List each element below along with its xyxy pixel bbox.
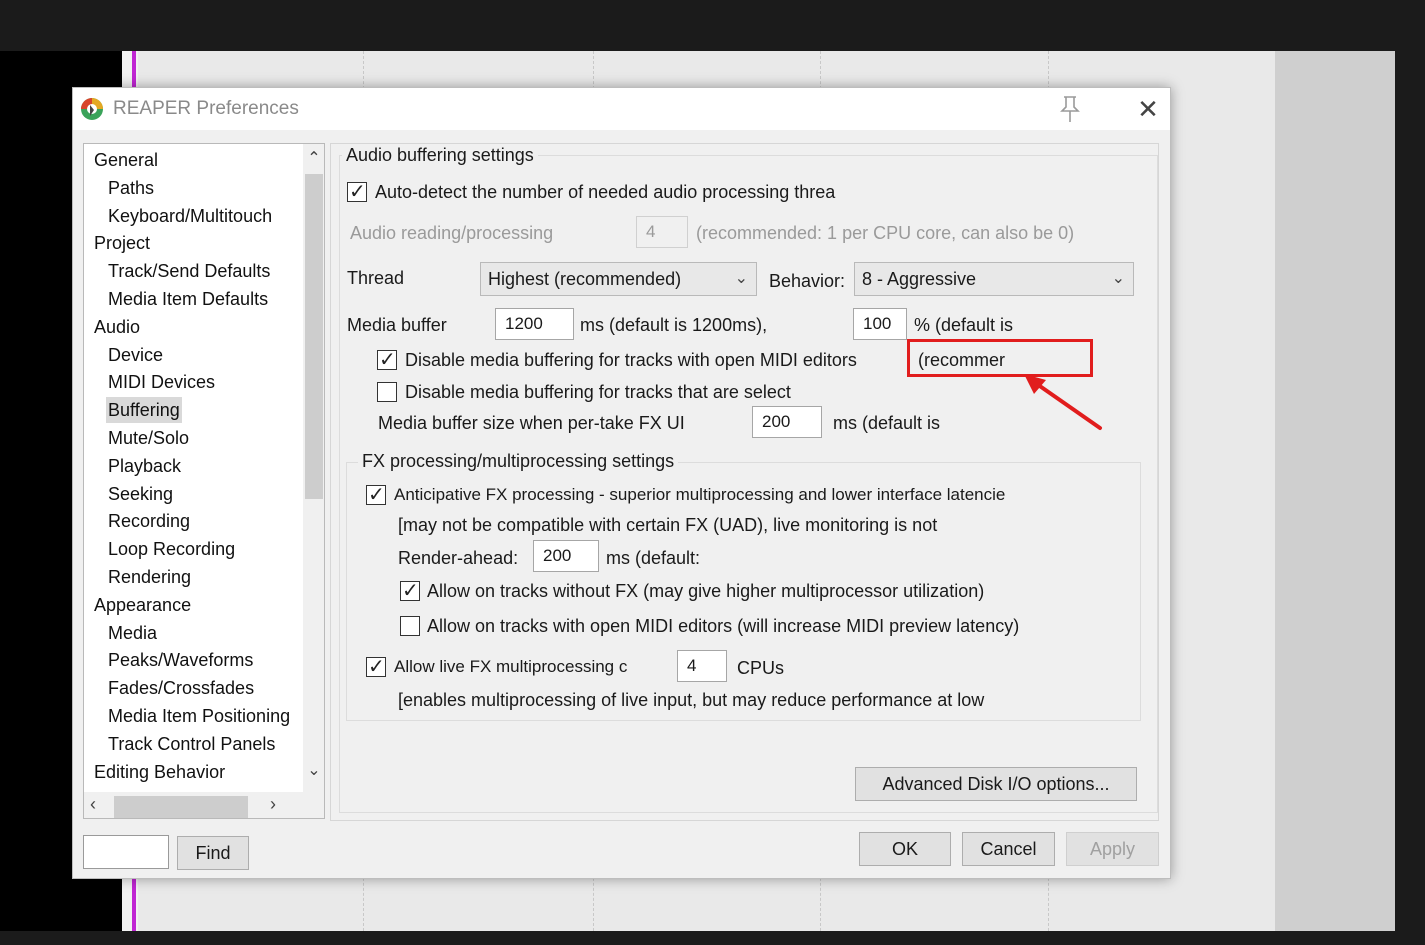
reading-hint: (recommended: 1 per CPU core, can also b… <box>696 223 1075 243</box>
anticipative-fx-label: Anticipative FX processing - superior mu… <box>394 485 1006 504</box>
thread-priority-select[interactable]: Highest (recommended) ⌄ <box>480 262 757 296</box>
tree-item[interactable]: Project <box>94 230 150 256</box>
apply-button[interactable]: Apply <box>1066 832 1159 866</box>
render-ahead-label: Render-ahead: <box>398 548 519 568</box>
disable-midi-buffering-checkbox[interactable] <box>377 347 397 372</box>
behavior-value: 8 - Aggressive <box>862 269 977 289</box>
reading-threads-input[interactable]: 4 <box>636 216 688 248</box>
title-bar[interactable]: REAPER Preferences ✕ <box>73 88 1170 130</box>
behavior-select[interactable]: 8 - Aggressive ⌄ <box>854 262 1134 296</box>
tree-item[interactable]: Loop Recording <box>108 536 235 562</box>
advanced-disk-io-button[interactable]: Advanced Disk I/O options... <box>855 767 1137 801</box>
buffer-percent-input[interactable]: 100 <box>853 308 907 340</box>
tree-item[interactable]: Media <box>108 620 157 646</box>
tree-item[interactable]: Mute/Solo <box>108 425 189 451</box>
live-fx-note: [enables multiprocessing of live input, … <box>398 690 985 710</box>
tree-item[interactable]: Buffering <box>106 397 182 424</box>
tree-item[interactable]: Track Control Panels <box>108 731 275 757</box>
chevron-down-icon: ⌄ <box>1111 270 1125 287</box>
allow-no-fx-label: Allow on tracks without FX (may give hig… <box>427 581 985 601</box>
compat-note: [may not be compatible with certain FX (… <box>398 515 938 535</box>
find-input[interactable] <box>83 835 169 869</box>
pin-icon[interactable] <box>1057 94 1083 124</box>
buffer-percent-hint: % (default is <box>914 315 1014 335</box>
tree-item[interactable]: Recording <box>108 508 190 534</box>
audio-buffering-title: Audio buffering settings <box>342 145 538 166</box>
background-bottom-bar <box>0 931 1425 945</box>
find-button[interactable]: Find <box>177 836 249 870</box>
scroll-thumb-horizontal[interactable] <box>114 796 248 818</box>
scroll-up-icon[interactable]: ⌃ <box>303 148 324 170</box>
per-take-label: Media buffer size when per-take FX UI <box>378 413 685 433</box>
allow-midi-editors-checkbox[interactable] <box>400 616 420 636</box>
tree-item[interactable]: MIDI Devices <box>108 369 215 395</box>
tree-horizontal-scrollbar[interactable]: ‹ › <box>84 792 324 818</box>
render-ahead-input[interactable]: 200 <box>533 540 599 572</box>
tree-item[interactable]: Media Item Positioning <box>108 703 290 729</box>
allow-midi-editors-label: Allow on tracks with open MIDI editors (… <box>427 616 1020 636</box>
scroll-left-icon[interactable]: ‹ <box>90 794 110 816</box>
tree-item[interactable]: Device <box>108 342 163 368</box>
scroll-down-icon[interactable]: ⌄ <box>303 760 324 782</box>
thread-label: Thread <box>347 268 405 288</box>
tree-item[interactable]: General <box>94 147 158 173</box>
live-fx-label: Allow live FX multiprocessing c <box>394 657 628 676</box>
close-icon[interactable]: ✕ <box>1133 94 1163 124</box>
tree-item[interactable]: Fades/Crossfades <box>108 675 254 701</box>
tree-item[interactable]: Paths <box>108 175 154 201</box>
tree-item[interactable]: Seeking <box>108 481 173 507</box>
background-right-edge <box>1395 51 1425 931</box>
background-top-bar <box>0 0 1425 51</box>
preferences-dialog: REAPER Preferences ✕ General Paths Keyboar… <box>72 87 1171 879</box>
disable-selected-buffering-label: Disable media buffering for tracks that … <box>405 382 791 402</box>
disable-selected-buffering-checkbox[interactable] <box>377 382 397 402</box>
live-fx-cpus-input[interactable]: 4 <box>677 650 727 682</box>
tree-item[interactable]: Appearance <box>94 592 191 618</box>
thread-priority-value: Highest (recommended) <box>488 269 682 289</box>
behavior-label: Behavior: <box>769 271 846 291</box>
reading-label: Audio reading/processing <box>350 223 554 243</box>
per-take-hint: ms (default is <box>833 413 941 433</box>
scroll-thumb[interactable] <box>305 174 323 499</box>
disable-midi-buffering-label: Disable media buffering for tracks with … <box>405 350 857 370</box>
render-ahead-hint: ms (default: <box>606 548 701 568</box>
tree-vertical-scrollbar[interactable]: ⌃ ⌄ <box>303 144 324 792</box>
ok-button[interactable]: OK <box>859 832 951 866</box>
scroll-right-icon[interactable]: › <box>270 794 290 816</box>
preferences-tree[interactable]: General Paths Keyboard/Multitouch Project Tr… <box>83 143 325 819</box>
window-title: REAPER Preferences <box>113 98 299 119</box>
tree-item[interactable]: Audio <box>94 314 140 340</box>
cancel-button[interactable]: Cancel <box>962 832 1055 866</box>
anticipative-fx-checkbox[interactable] <box>366 482 386 507</box>
per-take-buffer-input[interactable]: 200 <box>752 406 822 438</box>
tree-item[interactable]: Rendering <box>108 564 191 590</box>
annotation-arrow-icon <box>1024 374 1102 430</box>
tree-item[interactable]: Keyboard/Multitouch <box>108 203 272 229</box>
tree-item[interactable]: Peaks/Waveforms <box>108 647 253 673</box>
buffering-settings-panel: Audio buffering settings Auto-detect the… <box>330 143 1159 821</box>
media-buffer-hint: ms (default is 1200ms), <box>580 315 768 335</box>
background-right-strip <box>1275 51 1395 931</box>
fx-processing-title: FX processing/multiprocessing settings <box>358 451 679 472</box>
auto-detect-label: Auto-detect the number of needed audio p… <box>375 182 836 202</box>
live-fx-unit: CPUs <box>737 658 785 678</box>
tree-item[interactable]: Playback <box>108 453 181 479</box>
reaper-logo-icon <box>81 98 103 120</box>
chevron-down-icon: ⌄ <box>734 270 748 287</box>
live-fx-checkbox[interactable] <box>366 654 386 679</box>
media-buffer-label: Media buffer <box>347 315 447 335</box>
allow-no-fx-checkbox[interactable] <box>400 578 420 603</box>
tree-item[interactable]: Track/Send Defaults <box>108 258 270 284</box>
tree-item[interactable]: Media Item Defaults <box>108 286 268 312</box>
auto-detect-checkbox[interactable] <box>347 179 367 204</box>
media-buffer-input[interactable]: 1200 <box>495 308 574 340</box>
tree-item[interactable]: Editing Behavior <box>94 759 225 785</box>
